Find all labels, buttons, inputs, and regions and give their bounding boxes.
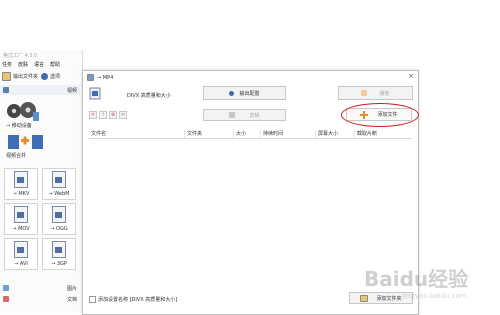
col-filename[interactable]: 文件名 (89, 130, 185, 138)
append-setting-checkbox[interactable] (89, 296, 96, 303)
play-button[interactable]: 播放 (338, 86, 413, 100)
menu-task[interactable]: 任务 (2, 61, 12, 68)
format-avi[interactable]: → AVI (4, 238, 38, 270)
info-icon[interactable]: ≡ (119, 111, 127, 119)
format-3gp-label: → 3GP (51, 261, 67, 267)
play-icon (361, 90, 368, 96)
dialog-title-bar: → MP4 (87, 74, 113, 81)
format-ogg[interactable]: → OGG (42, 203, 76, 235)
video-merge-label: 视频合并 (6, 153, 27, 159)
picture-category-icon (3, 285, 9, 291)
folder-icon (2, 71, 11, 81)
document-icon (14, 241, 28, 258)
format-webm-label: → WebM (48, 191, 70, 197)
app-title: 格式工厂 4.5.0 (3, 53, 38, 59)
format-mov-label: → MOV (12, 226, 30, 232)
profile-label: DIVX 高质量和大小 (127, 93, 171, 99)
category-document-label: 文档 (66, 296, 77, 303)
category-picture-label: 图片 (66, 285, 77, 292)
scissors-icon (229, 112, 236, 118)
menu-skin[interactable]: 皮肤 (18, 61, 28, 68)
output-config-button[interactable]: 输出配置 (203, 86, 286, 100)
delete-icon[interactable]: ✕ (89, 111, 97, 119)
options-button[interactable]: 选项 (41, 72, 61, 80)
output-folder-button[interactable]: 输出文件夹 (2, 71, 39, 81)
mobile-device-tile[interactable]: → 移动设备 (6, 100, 76, 129)
format-avi-label: → AVI (14, 261, 28, 267)
category-document[interactable]: 文档 (0, 294, 80, 304)
format-mkv[interactable]: → MKV (4, 168, 38, 200)
document-icon (14, 206, 28, 223)
close-icon[interactable]: × (408, 72, 414, 80)
append-setting-row[interactable]: 添加设置名称 [DIVX 高质量和大小] (89, 296, 177, 303)
menu-bar: 任务 皮肤 语言 帮助 (2, 61, 60, 68)
film-reel-icon (7, 102, 39, 121)
clip-button[interactable]: 剪辑 (203, 109, 286, 121)
output-folder-label: 输出文件夹 (13, 73, 39, 80)
video-profile-icon (89, 87, 101, 100)
video-merge-tile[interactable]: 视频合并 (6, 132, 76, 159)
format-webm[interactable]: → WebM (42, 168, 76, 200)
col-duration[interactable]: 持续时间 (261, 130, 316, 138)
move-up-icon[interactable]: ↑ (99, 111, 107, 119)
document-icon (52, 206, 66, 223)
format-3gp[interactable]: → 3GP (42, 238, 76, 270)
video-category-icon (3, 87, 9, 93)
svg-text:jingyan.baidu.com: jingyan.baidu.com (401, 292, 467, 300)
file-list-header: 文件名 文件夹 大小 持续时间 屏幕大小 截取片断 (89, 130, 412, 139)
options-icon (41, 72, 49, 80)
col-size[interactable]: 大小 (234, 130, 261, 138)
main-window: 格式工厂 4.5.0 任务 皮肤 语言 帮助 输出文件夹 选项 视频 → 移动设… (0, 50, 83, 313)
category-video-label: 视频 (66, 87, 77, 94)
format-mkv-label: → MKV (12, 191, 30, 197)
col-clip-section[interactable]: 截取片断 (355, 130, 412, 138)
toolbar: 输出文件夹 选项 (0, 70, 82, 82)
baidu-jingyan-watermark: Baidu经验 jingyan.baidu.com (364, 267, 468, 300)
app-icon (87, 74, 94, 81)
list-toolbar: ✕ ↑ ⊗ ≡ (89, 111, 127, 119)
col-folder[interactable]: 文件夹 (185, 130, 234, 138)
clear-icon[interactable]: ⊗ (109, 111, 117, 119)
clip-label: 剪辑 (249, 112, 260, 119)
options-label: 选项 (50, 73, 61, 80)
menu-language[interactable]: 语言 (34, 61, 44, 68)
add-file-button[interactable]: 添加文件 (346, 108, 412, 121)
mobile-device-label: → 移动设备 (6, 123, 32, 129)
add-file-label: 添加文件 (377, 112, 398, 118)
video-merge-icon (8, 135, 43, 149)
document-category-icon (3, 296, 9, 302)
append-setting-label: 添加设置名称 [DIVX 高质量和大小] (98, 297, 178, 303)
play-label: 播放 (379, 90, 390, 97)
document-icon (52, 171, 66, 188)
format-ogg-label: → OGG (50, 226, 68, 232)
category-picture[interactable]: 图片 (0, 283, 80, 293)
output-config-label: 输出配置 (239, 90, 260, 97)
col-screen-size[interactable]: 屏幕大小 (316, 130, 355, 138)
svg-text:Baidu经验: Baidu经验 (364, 267, 468, 291)
format-grid: → MKV → WebM → MOV → OGG → AVI → 3GP (4, 168, 80, 270)
format-mov[interactable]: → MOV (4, 203, 38, 235)
settings-icon (229, 90, 235, 96)
dialog-title: → MP4 (97, 74, 114, 81)
plus-icon (360, 110, 369, 119)
category-video[interactable]: 视频 (0, 85, 80, 95)
menu-help[interactable]: 帮助 (50, 61, 60, 68)
document-icon (52, 241, 66, 258)
document-icon (14, 171, 28, 188)
